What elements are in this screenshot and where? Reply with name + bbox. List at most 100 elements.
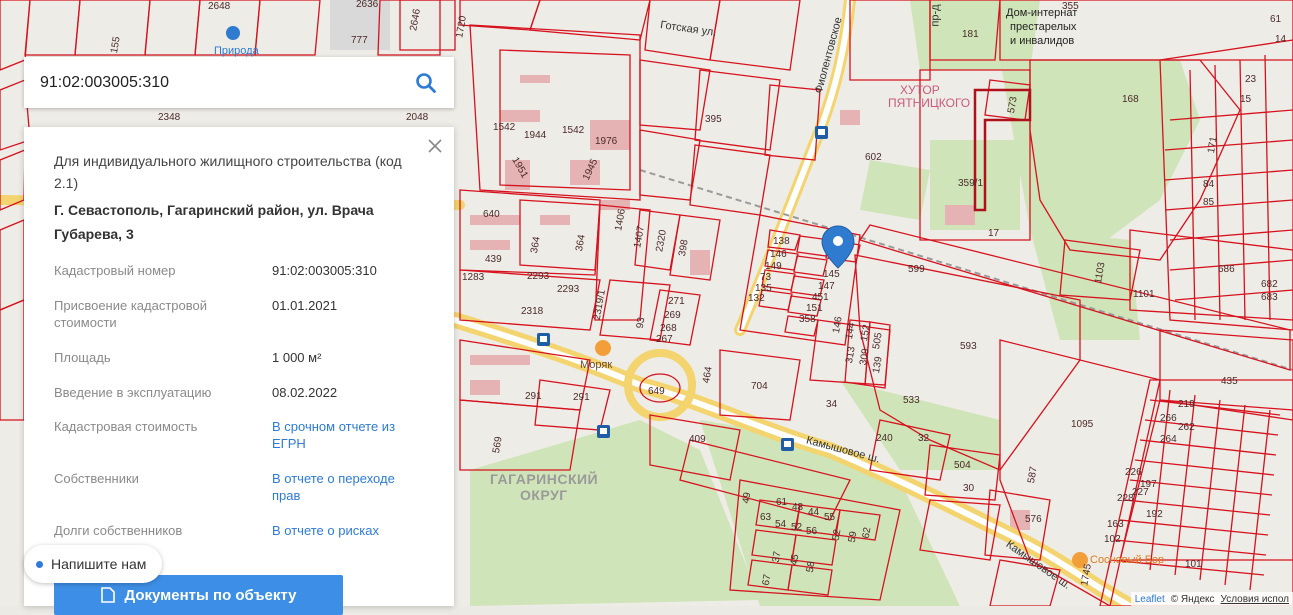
parcel-label[interactable]: 61 [776, 498, 787, 508]
parcel-label[interactable]: 240 [876, 434, 893, 444]
parcel-label[interactable]: 262 [1178, 423, 1195, 433]
parcel-label[interactable]: 52 [832, 529, 844, 542]
parcel-label[interactable]: 49 [742, 492, 754, 505]
parcel-label[interactable]: 2636 [356, 0, 378, 10]
parcel-label[interactable]: 683 [1261, 293, 1278, 303]
parcel-label[interactable]: 102 [1104, 535, 1121, 545]
parcel-label[interactable]: 291 [573, 393, 590, 403]
parcel-label[interactable]: 73 [760, 273, 771, 283]
parcel-label[interactable]: 358 [799, 315, 816, 325]
parcel-label[interactable]: 32 [918, 434, 929, 444]
parcel-label[interactable]: 14 [1275, 35, 1286, 45]
parcel-label[interactable]: 219 [1178, 400, 1195, 410]
parcel-label[interactable]: 138 [773, 237, 790, 247]
parcel-label[interactable]: 451 [812, 293, 829, 303]
parcel-label[interactable]: 602 [865, 153, 882, 163]
owners-link[interactable]: В отчете о переходе прав [272, 470, 424, 522]
parcel-label[interactable]: 269 [664, 311, 681, 321]
search-button[interactable] [412, 69, 440, 97]
parcel-label[interactable]: 593 [960, 342, 977, 352]
parcel-label[interactable]: 1283 [462, 273, 484, 283]
parcel-label[interactable]: 93 [636, 317, 648, 330]
parcel-label[interactable]: 291 [525, 392, 542, 402]
parcel-label[interactable]: 15 [1240, 95, 1251, 105]
parcel-label[interactable]: 395 [705, 115, 722, 125]
parcel-label[interactable]: 44 [808, 508, 819, 518]
parcel-label[interactable]: 181 [962, 30, 979, 40]
terms-link[interactable]: Условия испол [1221, 594, 1289, 605]
owner-debts-link[interactable]: В отчете о рисках [272, 522, 424, 556]
parcel-label[interactable]: 268 [660, 324, 677, 334]
parcel-label[interactable]: 55 [824, 513, 835, 523]
parcel-label[interactable]: 149 [765, 262, 782, 272]
parcel-label[interactable]: 192 [1146, 510, 1163, 520]
parcel-label[interactable]: 682 [1261, 280, 1278, 290]
parcel-label[interactable]: 85 [1203, 198, 1214, 208]
parcel-label[interactable]: 1944 [524, 131, 546, 141]
parcel-label[interactable]: 132 [748, 294, 765, 304]
parcel-label[interactable]: 264 [1160, 435, 1177, 445]
leaflet-link[interactable]: Leaflet [1135, 594, 1165, 605]
parcel-label[interactable]: 145 [823, 270, 840, 280]
parcel-label[interactable]: 2293 [527, 272, 549, 282]
parcel-label[interactable]: 1095 [1071, 420, 1093, 430]
parcel-label[interactable]: 1542 [562, 126, 584, 136]
parcel-label[interactable]: 34 [826, 400, 837, 410]
parcel-label[interactable]: 56 [806, 527, 817, 537]
parcel-label[interactable]: 2348 [158, 113, 180, 123]
parcel-label[interactable]: 61 [1270, 15, 1281, 25]
parcel-label[interactable]: 67 [762, 574, 774, 587]
parcel-label[interactable]: 226 [1125, 468, 1142, 478]
parcel-label[interactable]: 168 [1122, 95, 1139, 105]
parcel-label[interactable]: 37 [772, 551, 784, 564]
parcel-label[interactable]: 704 [751, 382, 768, 392]
parcel-label[interactable]: 227 [1132, 488, 1149, 498]
parcel-label[interactable]: 147 [818, 282, 835, 292]
parcel-label[interactable]: 30 [963, 484, 974, 494]
parcel-label[interactable]: 52 [791, 523, 802, 533]
parcel-label[interactable]: 686 [1218, 265, 1235, 275]
parcel-label[interactable]: 101 [1185, 560, 1202, 570]
parcel-label[interactable]: 54 [775, 520, 786, 530]
parcel-label[interactable]: 576 [1025, 515, 1042, 525]
parcel-label[interactable]: 58 [806, 561, 818, 574]
parcel-label[interactable]: 17 [988, 229, 999, 239]
chat-widget-button[interactable]: Напишите нам [24, 545, 162, 583]
parcel-label[interactable]: 2048 [406, 113, 428, 123]
parcel-label[interactable]: 1101 [1133, 290, 1155, 300]
poi-sosnovy-bor[interactable]: Сосновый Бор [1090, 555, 1164, 566]
parcel-label[interactable]: 2293 [557, 285, 579, 295]
parcel-label[interactable]: 435 [1221, 377, 1238, 387]
parcel-label[interactable]: 777 [351, 36, 368, 46]
parcel-label[interactable]: 359/1 [958, 179, 983, 189]
parcel-label[interactable]: 23 [1245, 75, 1256, 85]
parcel-label[interactable]: 48 [792, 503, 803, 513]
parcel-label[interactable]: 63 [760, 513, 771, 523]
cadastral-value-link[interactable]: В срочном отчете из ЕГРН [272, 418, 424, 470]
parcel-label[interactable]: 84 [1203, 180, 1214, 190]
parcel-label[interactable]: 228 [1117, 494, 1134, 504]
parcel-label[interactable]: 355 [1062, 2, 1079, 12]
parcel-label[interactable]: 599 [908, 265, 925, 275]
parcel-label[interactable]: 2648 [208, 2, 230, 12]
parcel-label[interactable]: 62 [862, 527, 874, 540]
parcel-label[interactable]: 649 [648, 387, 665, 397]
poi-priroda[interactable]: Природа [214, 46, 259, 57]
parcel-label[interactable]: 59 [848, 531, 860, 544]
parcel-label[interactable]: 1542 [493, 123, 515, 133]
parcel-label[interactable]: 146 [770, 250, 787, 260]
poi-moryak[interactable]: Моряк [580, 360, 612, 371]
parcel-label[interactable]: 533 [903, 396, 920, 406]
parcel-label[interactable]: 640 [483, 210, 500, 220]
parcel-label[interactable]: 271 [668, 297, 685, 307]
parcel-label[interactable]: 504 [954, 461, 971, 471]
parcel-label[interactable]: 1976 [595, 137, 617, 147]
parcel-label[interactable]: 266 [1160, 414, 1177, 424]
parcel-label[interactable]: 151 [806, 304, 823, 314]
parcel-label[interactable]: 45 [790, 554, 802, 567]
close-button[interactable] [426, 137, 444, 155]
parcel-label[interactable]: 2318 [521, 307, 543, 317]
search-input[interactable] [38, 73, 412, 93]
parcel-label[interactable]: 439 [485, 255, 502, 265]
parcel-label[interactable]: 163 [1107, 520, 1124, 530]
